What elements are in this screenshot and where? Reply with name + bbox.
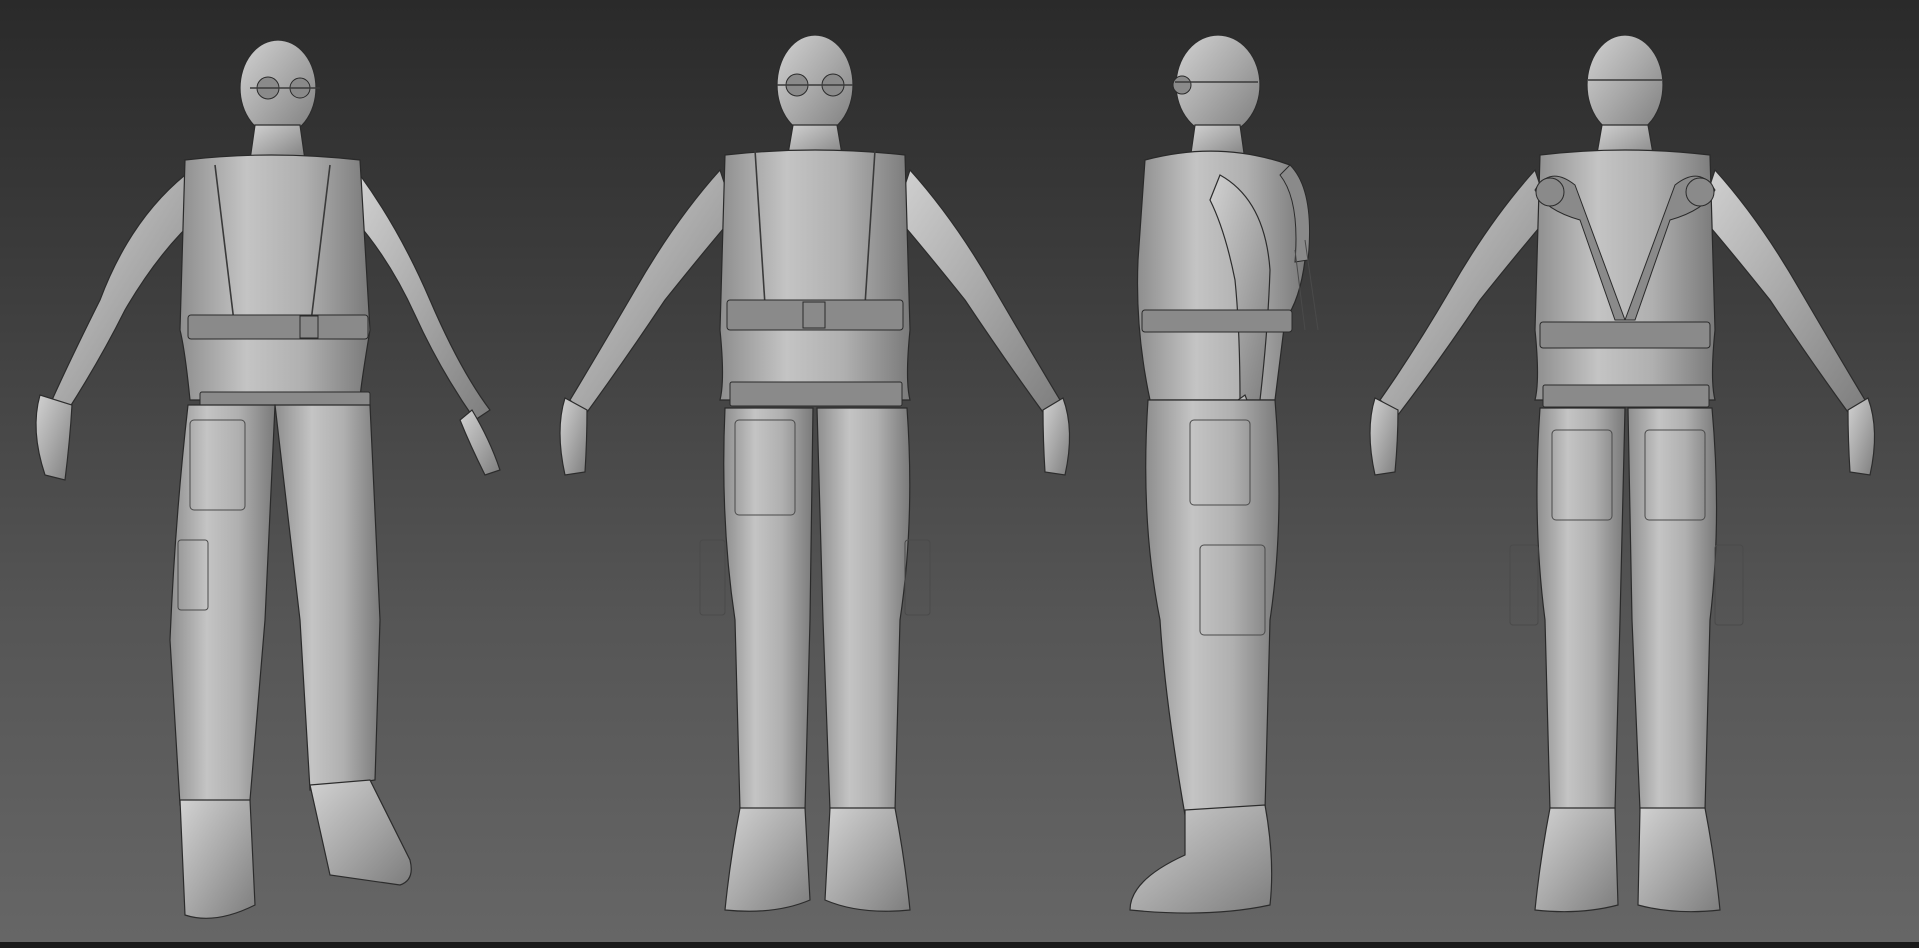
character-model-back-view [1369, 34, 1876, 913]
character-model-three-quarter-view [35, 39, 501, 919]
3d-viewport[interactable] [0, 0, 1919, 942]
viewport-bottom-bar [0, 942, 1919, 948]
character-model-side-view [1129, 34, 1319, 914]
character-model-front-view [559, 34, 1071, 912]
